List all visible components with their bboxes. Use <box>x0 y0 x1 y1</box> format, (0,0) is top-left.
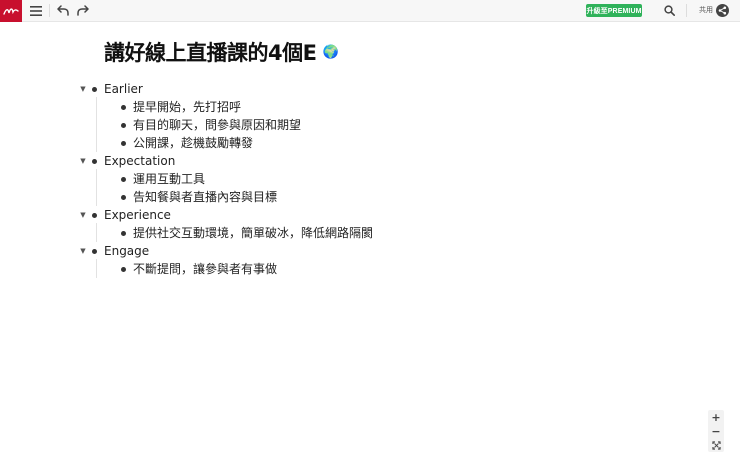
globe-icon: 🌍 <box>322 44 339 60</box>
node-label[interactable]: 提早開始，先打招呼 <box>133 98 241 116</box>
node-label[interactable]: 公開課，趁機鼓勵轉發 <box>133 134 253 152</box>
bullet-icon[interactable] <box>121 123 126 128</box>
fit-screen-icon[interactable] <box>708 439 724 452</box>
outline-child-node[interactable]: 有目的聊天，問參與原因和期望 <box>0 116 740 134</box>
bullet-icon[interactable] <box>92 213 97 218</box>
bullet-icon[interactable] <box>92 159 97 164</box>
bullet-icon[interactable] <box>92 249 97 254</box>
bullet-icon[interactable] <box>121 177 126 182</box>
toolbar-divider <box>686 4 687 17</box>
document-title-text: 講好線上直播課的4個E <box>104 41 317 65</box>
outline-node[interactable]: ▼ Experience <box>0 206 740 224</box>
bullet-icon[interactable] <box>121 231 126 236</box>
upgrade-premium-button[interactable]: 升級至PREMIUM <box>586 4 642 17</box>
collapse-triangle-icon[interactable]: ▼ <box>78 206 88 224</box>
undo-icon[interactable] <box>55 0 71 21</box>
zoom-out-button[interactable]: − <box>708 425 724 438</box>
zoom-controls: + − <box>708 410 724 452</box>
share-icon[interactable] <box>716 4 729 17</box>
outline-node[interactable]: ▼ Engage <box>0 242 740 260</box>
node-label[interactable]: Earlier <box>104 80 143 98</box>
outline-child-node[interactable]: 告知餐與者直播內容與目標 <box>0 188 740 206</box>
bullet-icon[interactable] <box>121 141 126 146</box>
search-icon[interactable] <box>661 0 677 21</box>
hamburger-menu-icon[interactable] <box>27 0 45 21</box>
node-label[interactable]: Experience <box>104 206 171 224</box>
node-label[interactable]: Expectation <box>104 152 175 170</box>
outline-node[interactable]: ▼ Expectation <box>0 152 740 170</box>
outline-child-node[interactable]: 不斷提問，讓參與者有事做 <box>0 260 740 278</box>
zoom-in-button[interactable]: + <box>708 411 724 424</box>
collapse-triangle-icon[interactable]: ▼ <box>78 80 88 98</box>
bullet-icon[interactable] <box>121 267 126 272</box>
collapse-triangle-icon[interactable]: ▼ <box>78 242 88 260</box>
redo-icon[interactable] <box>75 0 91 21</box>
outline-child-node[interactable]: 提供社交互動環境，簡單破冰，降低網路隔閡 <box>0 224 740 242</box>
outline-child-node[interactable]: 運用互動工具 <box>0 170 740 188</box>
outline-node[interactable]: ▼ Earlier <box>0 80 740 98</box>
node-label[interactable]: 不斷提問，讓參與者有事做 <box>133 260 277 278</box>
bullet-icon[interactable] <box>121 195 126 200</box>
node-label[interactable]: 提供社交互動環境，簡單破冰，降低網路隔閡 <box>133 224 373 242</box>
outline-child-node[interactable]: 公開課，趁機鼓勵轉發 <box>0 134 740 152</box>
node-label[interactable]: Engage <box>104 242 149 260</box>
document-title[interactable]: 講好線上直播課的4個E 🌍 <box>104 37 339 67</box>
toolbar-divider <box>49 4 50 17</box>
outline-child-node[interactable]: 提早開始，先打招呼 <box>0 98 740 116</box>
node-label[interactable]: 有目的聊天，問參與原因和期望 <box>133 116 301 134</box>
node-label[interactable]: 運用互動工具 <box>133 170 205 188</box>
bullet-icon[interactable] <box>92 87 97 92</box>
share-label[interactable]: 共用 <box>699 5 713 15</box>
app-window: 升級至PREMIUM 共用 講好線上直播課的4個E 🌍 ▼ Earlier 提早… <box>0 0 740 462</box>
bullet-icon[interactable] <box>121 105 126 110</box>
node-label[interactable]: 告知餐與者直播內容與目標 <box>133 188 277 206</box>
app-logo[interactable] <box>0 0 22 22</box>
top-toolbar: 升級至PREMIUM 共用 <box>0 0 740 22</box>
collapse-triangle-icon[interactable]: ▼ <box>78 152 88 170</box>
